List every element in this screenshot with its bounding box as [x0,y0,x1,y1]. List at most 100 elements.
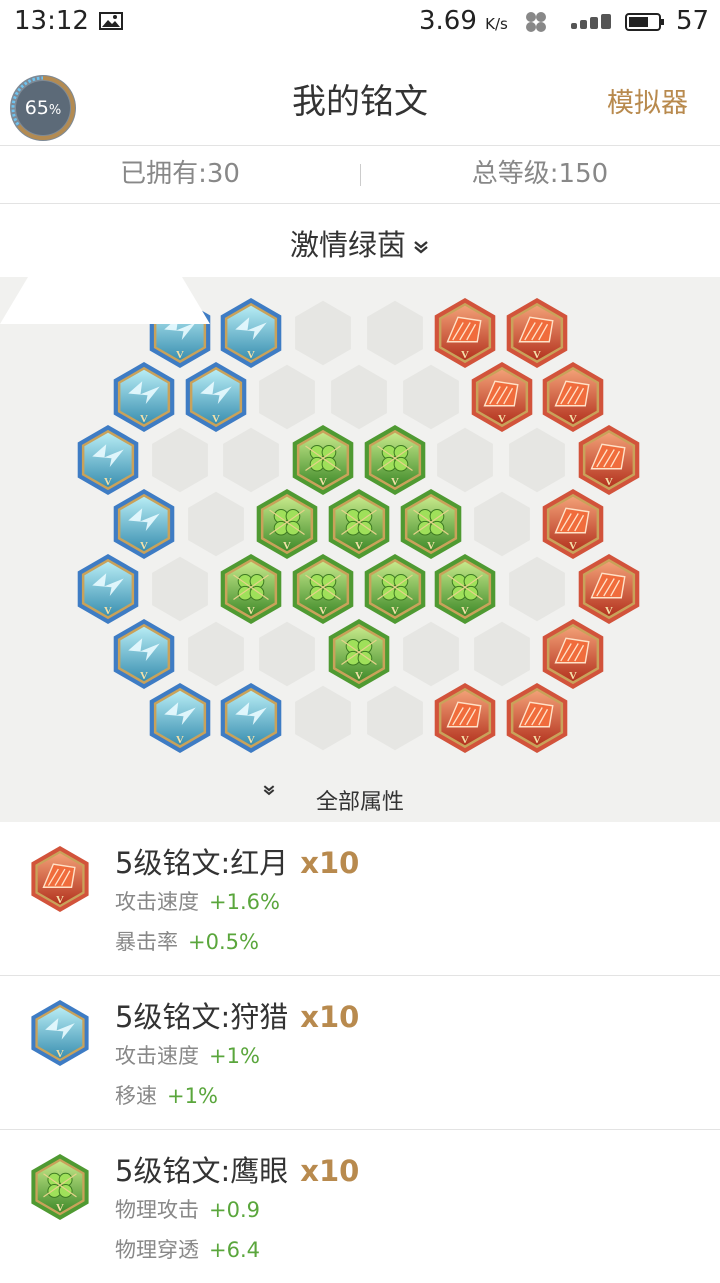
empty-slot[interactable] [403,621,459,687]
empty-slot[interactable] [367,300,423,366]
blue-gem[interactable]: V [185,362,247,432]
green-gem[interactable]: V [256,489,318,559]
blue-gem[interactable]: V [77,425,139,495]
list-item[interactable]: V 5级铭文:鹰眼 x10 物理攻击 +0.9 物理穿透 +6.4 [0,1130,720,1283]
green-gem[interactable]: V [400,489,462,559]
svg-text:V: V [498,413,506,425]
red-gem[interactable]: V [542,619,604,689]
svg-text:V: V [247,349,255,361]
empty-slot[interactable] [259,364,315,430]
svg-text:V: V [104,605,112,617]
red-gem[interactable]: V [542,489,604,559]
item-attr: 物理攻击 +0.9 [115,1198,260,1222]
green-gem[interactable]: V [434,554,496,624]
green-gem[interactable]: V [31,1154,89,1220]
svg-text:V: V [56,1048,64,1060]
svg-text:V: V [533,734,541,746]
blue-gem[interactable]: V [77,554,139,624]
red-gem[interactable]: V [31,846,89,912]
red-gem[interactable]: V [578,425,640,495]
blue-gem[interactable]: V [220,683,282,753]
green-gem[interactable]: V [364,554,426,624]
empty-slot[interactable] [437,427,493,493]
svg-text:V: V [461,734,469,746]
svg-text:V: V [247,605,255,617]
red-gem[interactable]: V [542,362,604,432]
svg-text:V: V [427,540,435,552]
green-gem[interactable]: V [328,619,390,689]
item-attr: 暴击率 +0.5% [115,930,259,954]
list-item[interactable]: V 5级铭文:红月 x10 攻击速度 +1.6% 暴击率 +0.5% [0,822,720,976]
blue-gem[interactable]: V [31,1000,89,1066]
chevron-down-icon [263,785,275,796]
empty-slot[interactable] [259,621,315,687]
svg-text:V: V [176,349,184,361]
empty-slot[interactable] [188,621,244,687]
svg-text:V: V [461,605,469,617]
blue-gem[interactable]: V [113,489,175,559]
inscription-list: V 5级铭文:红月 x10 攻击速度 +1.6% 暴击率 +0.5% V 5级铭文:狩… [0,822,720,1283]
empty-slot[interactable] [474,621,530,687]
page-selector[interactable]: 激情绿茵 [0,204,720,277]
all-props-toggle[interactable]: 全部属性 [260,784,460,816]
empty-slot[interactable] [331,364,387,430]
green-gem[interactable]: V [292,554,354,624]
svg-text:V: V [140,540,148,552]
item-attr-value: +6.4 [209,1238,260,1262]
empty-slot[interactable] [367,685,423,751]
item-attr: 移速 +1% [115,1084,218,1108]
hunt-gem-icon: V [31,1000,89,1066]
blue-gem[interactable]: V [113,362,175,432]
red-gem[interactable]: V [471,362,533,432]
red-gem[interactable]: V [434,683,496,753]
empty-slot[interactable] [295,300,351,366]
status-bar: 13:12 3.69 K/s 57 [0,0,720,44]
svg-text:V: V [319,605,327,617]
net-speed-unit: K/s [485,15,508,33]
svg-text:V: V [140,670,148,682]
svg-text:V: V [104,476,112,488]
empty-slot[interactable] [509,427,565,493]
chevron-down-icon [414,241,428,254]
status-time: 13:12 [14,6,89,36]
svg-text:V: V [56,894,64,906]
red-gem[interactable]: V [434,298,496,368]
net-speed: 3.69 K/s [419,6,508,36]
simulator-button[interactable]: 模拟器 [607,81,688,120]
blue-gem[interactable]: V [113,619,175,689]
green-gem[interactable]: V [292,425,354,495]
green-gem[interactable]: V [220,554,282,624]
empty-slot[interactable] [474,491,530,557]
empty-slot[interactable] [152,427,208,493]
empty-slot[interactable] [403,364,459,430]
item-attr-value: +0.5% [188,930,259,954]
svg-text:V: V [140,413,148,425]
svg-text:V: V [569,670,577,682]
stats-bar: 已拥有:30 总等级:150 [0,146,720,204]
item-count: x10 [300,1000,360,1034]
svg-text:V: V [212,413,220,425]
red-gem[interactable]: V [578,554,640,624]
svg-text:V: V [605,476,613,488]
item-attr: 物理穿透 +6.4 [115,1238,260,1262]
empty-slot[interactable] [509,556,565,622]
empty-slot[interactable] [152,556,208,622]
svg-text:V: V [56,1202,64,1214]
blue-gem[interactable]: V [220,298,282,368]
blue-gem[interactable]: V [149,683,211,753]
svg-text:V: V [533,349,541,361]
red-gem[interactable]: V [506,298,568,368]
red-gem[interactable]: V [506,683,568,753]
green-gem[interactable]: V [328,489,390,559]
svg-text:V: V [319,476,327,488]
item-attr-value: +1% [167,1084,218,1108]
empty-slot[interactable] [188,491,244,557]
item-count: x10 [300,1154,360,1188]
svg-text:V: V [247,734,255,746]
empty-slot[interactable] [223,427,279,493]
green-gem[interactable]: V [364,425,426,495]
empty-slot[interactable] [295,685,351,751]
item-title: 5级铭文:鹰眼 x10 [115,1154,360,1188]
list-item[interactable]: V 5级铭文:狩猎 x10 攻击速度 +1% 移速 +1% [0,976,720,1130]
item-attr-value: +1% [209,1044,260,1068]
